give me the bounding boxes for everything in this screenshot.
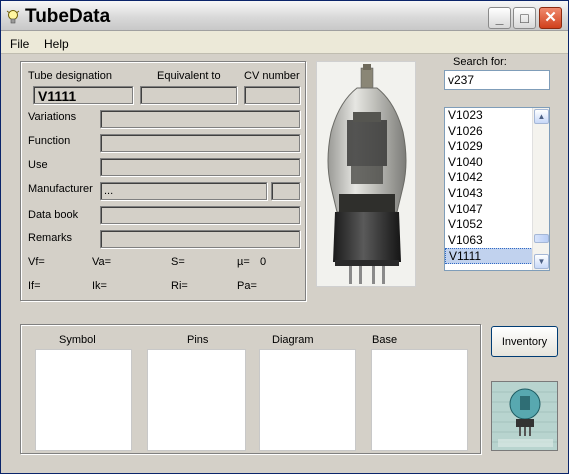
- use-field[interactable]: [100, 158, 300, 176]
- bulb-icon: [6, 10, 20, 24]
- equivalent-field[interactable]: [140, 86, 237, 104]
- main-content: Tube designation Equivalent to CV number…: [1, 54, 568, 473]
- app-window: TubeData _ □ ✕ File Help Tube designatio…: [0, 0, 569, 474]
- mu-value: 0: [260, 256, 267, 268]
- minimize-button[interactable]: _: [488, 7, 511, 29]
- ik-label: Ik=: [92, 280, 107, 292]
- remarks-field[interactable]: [100, 230, 300, 248]
- tube-logo-image: [491, 381, 558, 451]
- base-label: Base: [372, 334, 398, 346]
- designation-field[interactable]: V1111: [33, 86, 133, 104]
- search-results-list[interactable]: V1023 V1026 V1029 V1040 V1042 V1043 V104…: [444, 107, 550, 271]
- search-label: Search for:: [453, 56, 507, 68]
- cv-number-field[interactable]: [244, 86, 300, 104]
- data-book-label: Data book: [28, 209, 79, 221]
- remarks-label: Remarks: [28, 232, 73, 244]
- vf-label: Vf=: [28, 256, 45, 268]
- function-label: Function: [28, 135, 71, 147]
- cv-number-header: CV number: [244, 70, 300, 82]
- inventory-button[interactable]: Inventory: [491, 326, 558, 357]
- diagram-image-box: [259, 349, 356, 451]
- mu-label: µ=: [237, 256, 250, 268]
- manufacturer-extra-field[interactable]: [271, 182, 300, 200]
- menu-help[interactable]: Help: [44, 37, 69, 51]
- symbol-image-box: [35, 349, 132, 451]
- maximize-button[interactable]: □: [513, 7, 536, 29]
- symbol-label: Symbol: [59, 334, 96, 346]
- menu-file[interactable]: File: [10, 37, 29, 51]
- search-input[interactable]: v237: [444, 70, 550, 90]
- window-title: TubeData: [25, 6, 111, 27]
- menu-bar: File Help: [1, 32, 568, 54]
- scroll-down-icon[interactable]: ▼: [534, 254, 549, 269]
- manufacturer-field[interactable]: ...: [100, 182, 267, 200]
- pa-label: Pa=: [237, 280, 257, 292]
- if-label: If=: [28, 280, 41, 292]
- va-label: Va=: [92, 256, 112, 268]
- ri-label: Ri=: [171, 280, 188, 292]
- use-label: Use: [28, 159, 48, 171]
- equivalent-header: Equivalent to: [157, 70, 221, 82]
- scroll-thumb[interactable]: [534, 234, 549, 243]
- diagram-label: Diagram: [272, 334, 314, 346]
- variations-label: Variations: [28, 111, 77, 123]
- results-scrollbar[interactable]: ▲ ▼: [532, 108, 549, 270]
- scroll-up-icon[interactable]: ▲: [534, 109, 549, 124]
- close-button[interactable]: ✕: [539, 7, 562, 29]
- tube-logo-icon: [492, 382, 557, 450]
- function-field[interactable]: [100, 134, 300, 152]
- data-book-field[interactable]: [100, 206, 300, 224]
- tube-photo: [316, 61, 416, 287]
- manufacturer-label: Manufacturer: [28, 183, 93, 195]
- designation-header: Tube designation: [28, 70, 112, 82]
- variations-field[interactable]: [100, 110, 300, 128]
- pins-label: Pins: [187, 334, 209, 346]
- s-label: S=: [171, 256, 185, 268]
- base-image-box: [371, 349, 468, 451]
- pins-image-box: [147, 349, 246, 451]
- title-bar[interactable]: TubeData _ □ ✕: [1, 1, 568, 31]
- vacuum-tube-image: [327, 64, 407, 284]
